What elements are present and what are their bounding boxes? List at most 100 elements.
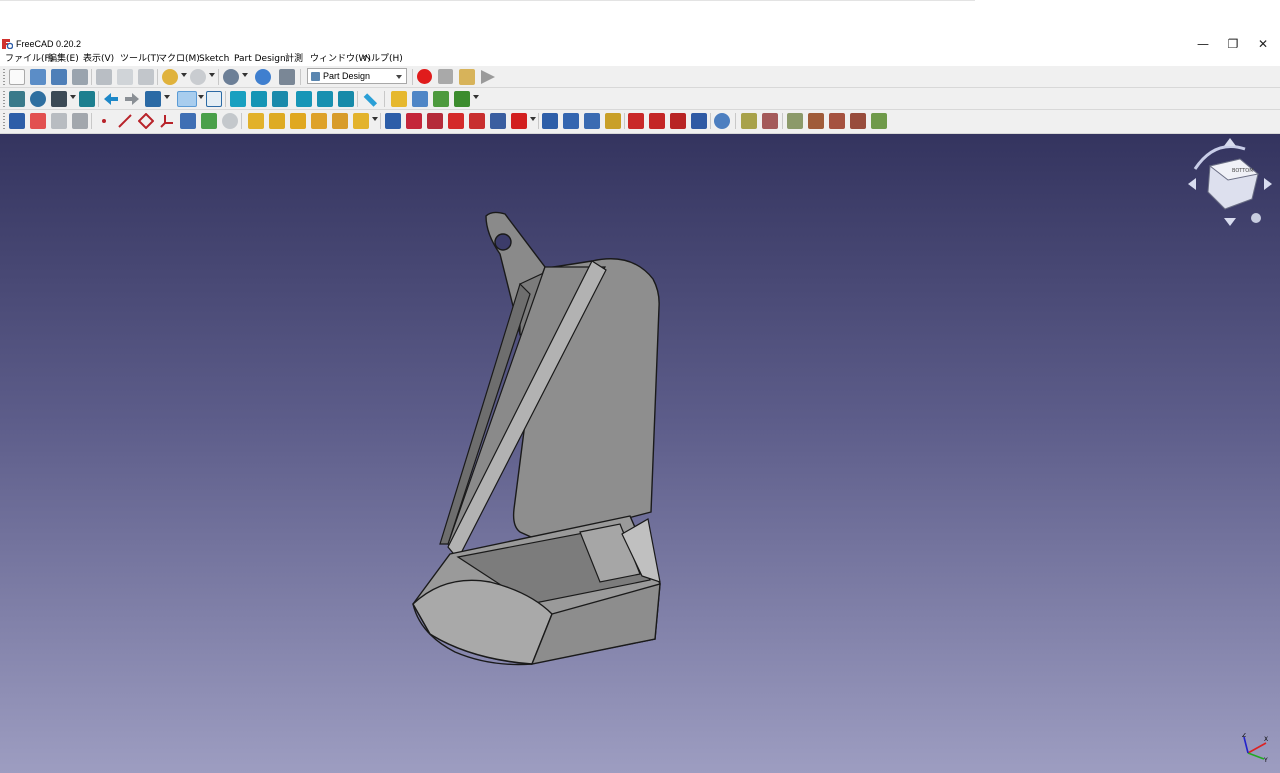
minimize-button[interactable]: — xyxy=(1188,36,1218,52)
mirrored-icon[interactable] xyxy=(542,113,558,129)
sync-view-icon[interactable] xyxy=(79,91,95,107)
3d-model[interactable] xyxy=(0,134,1280,773)
fit-selection-icon[interactable] xyxy=(30,91,46,107)
macro-record-icon[interactable] xyxy=(417,69,432,84)
datum-line-icon[interactable] xyxy=(117,113,133,129)
link-actions-dropdown-icon[interactable] xyxy=(473,95,479,99)
menu-part-design[interactable]: Part Design xyxy=(234,54,286,65)
restore-button[interactable]: ❐ xyxy=(1218,36,1248,52)
revolution-icon[interactable] xyxy=(269,113,285,129)
new-document-icon[interactable] xyxy=(9,69,25,85)
groove-icon[interactable] xyxy=(427,113,443,129)
draw-style-dropdown-icon[interactable] xyxy=(70,95,76,99)
shaft-wizard-icon[interactable] xyxy=(787,113,803,129)
macro-icon[interactable] xyxy=(223,69,239,85)
fillet-icon[interactable] xyxy=(628,113,644,129)
macro-edit-icon[interactable] xyxy=(459,69,475,85)
link-icon[interactable] xyxy=(433,91,449,107)
subtractive-helix-icon[interactable] xyxy=(490,113,506,129)
redo-icon[interactable] xyxy=(190,69,206,85)
open-icon[interactable] xyxy=(30,69,46,85)
additive-helix-icon[interactable] xyxy=(332,113,348,129)
copy-icon[interactable] xyxy=(117,69,133,85)
subtractive-primitive-dropdown-icon[interactable] xyxy=(530,117,536,121)
boolean-icon[interactable] xyxy=(714,113,730,129)
zoom-dropdown-icon[interactable] xyxy=(198,95,204,99)
menu-file[interactable]: ファイル(F) xyxy=(5,54,53,65)
std-views-icon[interactable] xyxy=(145,91,161,107)
bottom-icon[interactable] xyxy=(317,91,333,107)
3d-viewport[interactable]: BOTTOM X Y Z xyxy=(0,134,1280,773)
pad-icon[interactable] xyxy=(248,113,264,129)
undo-dropdown-icon[interactable] xyxy=(181,73,187,77)
menu-measure[interactable]: 計測 xyxy=(285,54,303,65)
draft-icon[interactable] xyxy=(670,113,686,129)
shaft-design-icon-2[interactable] xyxy=(829,113,845,129)
right-icon[interactable] xyxy=(272,91,288,107)
zoom-icon[interactable] xyxy=(177,91,197,107)
menu-sketch[interactable]: Sketch xyxy=(199,54,229,65)
subtractive-primitive-icon[interactable] xyxy=(511,113,527,129)
shape-binder-icon[interactable] xyxy=(180,113,196,129)
additive-loft-icon[interactable] xyxy=(290,113,306,129)
whats-this-icon[interactable] xyxy=(279,69,295,85)
menu-tools[interactable]: ツール(T) xyxy=(120,54,160,65)
additive-primitive-dropdown-icon[interactable] xyxy=(372,117,378,121)
link-actions-icon[interactable] xyxy=(454,91,470,107)
part-icon[interactable] xyxy=(391,91,407,107)
validate-sketch-icon[interactable] xyxy=(51,113,67,129)
workbench-selector[interactable]: Part Design xyxy=(307,68,407,84)
shaft-design-icon[interactable] xyxy=(808,113,824,129)
left-icon[interactable] xyxy=(338,91,354,107)
clone-icon-2[interactable] xyxy=(222,113,238,129)
top-icon[interactable] xyxy=(251,91,267,107)
macro-stop-icon[interactable] xyxy=(438,69,453,84)
toolbar-grip[interactable] xyxy=(3,69,5,85)
menu-edit[interactable]: 編集(E) xyxy=(48,54,79,65)
menu-help[interactable]: ヘルプ(H) xyxy=(362,54,403,65)
pocket-icon[interactable] xyxy=(385,113,401,129)
body-icon[interactable] xyxy=(9,113,25,129)
local-cs-icon[interactable] xyxy=(159,113,175,129)
toolbar-grip[interactable] xyxy=(3,113,5,129)
subtractive-pipe-icon[interactable] xyxy=(469,113,485,129)
subshape-binder-icon[interactable] xyxy=(201,113,217,129)
close-button[interactable]: ✕ xyxy=(1248,36,1278,52)
subtractive-loft-icon[interactable] xyxy=(448,113,464,129)
datum-point-icon[interactable] xyxy=(96,113,112,129)
navigation-cube[interactable]: BOTTOM xyxy=(1180,134,1280,234)
front-icon[interactable] xyxy=(230,91,246,107)
std-views-dropdown-icon[interactable] xyxy=(164,95,170,99)
multitransform-icon[interactable] xyxy=(605,113,621,129)
hole-icon[interactable] xyxy=(406,113,422,129)
macro-run-icon[interactable] xyxy=(480,69,496,85)
draw-style-icon[interactable] xyxy=(51,91,67,107)
print-icon[interactable] xyxy=(72,69,88,85)
paste-icon[interactable] xyxy=(138,69,154,85)
toolbar-grip[interactable] xyxy=(3,91,5,107)
cut-icon[interactable] xyxy=(96,69,112,85)
rear-icon[interactable] xyxy=(296,91,312,107)
menu-macro[interactable]: マクロ(M) xyxy=(158,54,200,65)
chamfer-icon[interactable] xyxy=(649,113,665,129)
thickness-icon[interactable] xyxy=(691,113,707,129)
shaft-design-icon-3[interactable] xyxy=(850,113,866,129)
sketch-icon[interactable] xyxy=(30,113,46,129)
undo-icon[interactable] xyxy=(162,69,178,85)
clone-icon[interactable] xyxy=(72,113,88,129)
additive-pipe-icon[interactable] xyxy=(311,113,327,129)
redo-dropdown-icon[interactable] xyxy=(209,73,215,77)
macro-dropdown-icon[interactable] xyxy=(242,73,248,77)
fit-all-icon[interactable] xyxy=(9,91,25,107)
polar-pattern-icon[interactable] xyxy=(584,113,600,129)
menu-view[interactable]: 表示(V) xyxy=(83,54,114,65)
datum-plane-icon[interactable] xyxy=(138,113,154,129)
additive-primitive-icon[interactable] xyxy=(353,113,369,129)
group-icon[interactable] xyxy=(412,91,428,107)
back-icon[interactable] xyxy=(103,91,119,107)
involute-gear-icon[interactable] xyxy=(762,113,778,129)
refresh-icon[interactable] xyxy=(255,69,271,85)
isometric-icon[interactable] xyxy=(206,91,222,107)
linear-pattern-icon[interactable] xyxy=(563,113,579,129)
save-icon[interactable] xyxy=(51,69,67,85)
